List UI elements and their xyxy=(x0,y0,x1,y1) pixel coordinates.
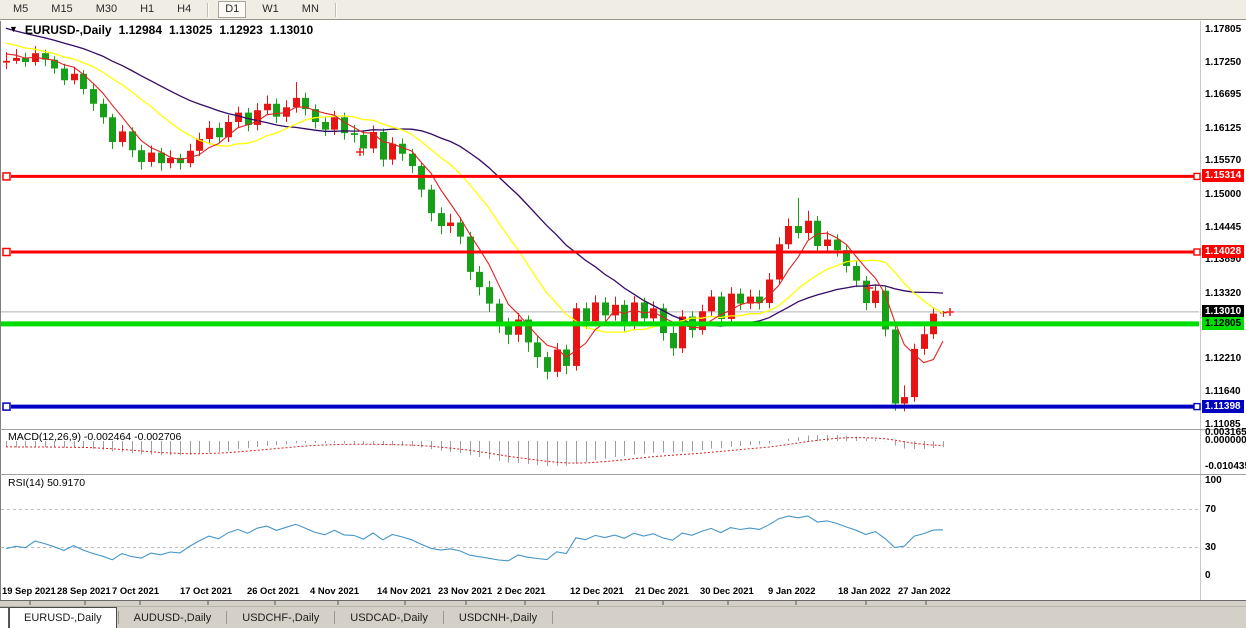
price-axis-label: 1.11640 xyxy=(1205,386,1241,397)
symbol-tab-eurusd[interactable]: EURUSD-,Daily xyxy=(9,607,117,628)
date-axis-label: 12 Dec 2021 xyxy=(570,585,624,596)
symbol-tab-audusd[interactable]: AUDUSD-,Daily xyxy=(120,607,226,628)
price-axis-label: 1.17250 xyxy=(1205,57,1241,68)
price-axis-label: 1.15000 xyxy=(1205,189,1241,200)
rsi-panel[interactable] xyxy=(1,510,1199,561)
price-chart-canvas[interactable] xyxy=(0,0,1246,628)
candles-series xyxy=(3,46,947,411)
symbol-tab-usdcad[interactable]: USDCAD-,Daily xyxy=(336,607,442,628)
date-axis-label: 27 Jan 2022 xyxy=(898,585,951,596)
tab-separator xyxy=(552,611,553,624)
rsi-axis-label: 30 xyxy=(1205,542,1216,553)
chart-title: ▼ EURUSD-,Daily 1.12984 1.13025 1.12923 … xyxy=(9,23,313,37)
price-axis-label: 1.17805 xyxy=(1205,24,1241,35)
symbol-tab-usdcnh[interactable]: USDCNH-,Daily xyxy=(445,607,551,628)
line-handle[interactable] xyxy=(3,173,10,180)
ohlc-low: 1.12923 xyxy=(219,23,262,37)
macd-axis-label: 0.000000 xyxy=(1205,435,1246,446)
price-axis-label: 1.13320 xyxy=(1205,288,1241,299)
timeframe-button-m5[interactable]: M5 xyxy=(6,1,35,18)
moving-average-line xyxy=(6,43,943,332)
chart-symbol-period: EURUSD-,Daily xyxy=(25,23,112,37)
symbol-tab-usdchf[interactable]: USDCHF-,Daily xyxy=(228,607,333,628)
timeframe-button-h1[interactable]: H1 xyxy=(133,1,161,18)
timeframe-button-w1[interactable]: W1 xyxy=(255,1,286,18)
toolbar-separator xyxy=(335,3,337,17)
tab-separator xyxy=(443,611,444,624)
tab-separator xyxy=(118,611,119,624)
rsi-axis-label: 70 xyxy=(1205,504,1216,515)
timeframe-button-d1[interactable]: D1 xyxy=(218,1,246,18)
date-axis-label: 30 Dec 2021 xyxy=(700,585,754,596)
line-handle-right[interactable] xyxy=(1194,173,1200,179)
toolbar-separator xyxy=(207,3,209,17)
cross-marker xyxy=(946,308,954,316)
ohlc-open: 1.12984 xyxy=(119,23,162,37)
date-axis-label: 7 Oct 2021 xyxy=(112,585,159,596)
date-axis-label: 26 Oct 2021 xyxy=(247,585,299,596)
date-axis-label: 4 Nov 2021 xyxy=(310,585,359,596)
symbol-tabbar: EURUSD-,DailyAUDUSD-,DailyUSDCHF-,DailyU… xyxy=(0,606,1246,628)
price-level-badge: 1.14028 xyxy=(1202,245,1244,258)
date-axis-label: 2 Dec 2021 xyxy=(497,585,545,596)
tab-scroll-stub[interactable] xyxy=(0,607,9,628)
price-level-badge: 1.12805 xyxy=(1202,317,1244,330)
tab-separator xyxy=(334,611,335,624)
cross-marker xyxy=(356,148,364,156)
price-level-badge: 1.11398 xyxy=(1202,400,1244,413)
timeframe-toolbar: M5 M15 M30 H1 H4 D1 W1 MN xyxy=(0,0,1246,20)
line-handle[interactable] xyxy=(3,403,10,410)
rsi-axis-label: 100 xyxy=(1205,475,1222,486)
timeframe-button-m30[interactable]: M30 xyxy=(89,1,124,18)
timeframe-button-m15[interactable]: M15 xyxy=(44,1,79,18)
date-axis-label: 18 Jan 2022 xyxy=(838,585,891,596)
date-axis-label: 23 Nov 2021 xyxy=(438,585,492,596)
date-axis-label: 17 Oct 2021 xyxy=(180,585,232,596)
timeframe-button-mn[interactable]: MN xyxy=(295,1,326,18)
timeframe-button-h4[interactable]: H4 xyxy=(170,1,198,18)
line-handle[interactable] xyxy=(3,249,10,256)
price-level-badge: 1.13010 xyxy=(1202,305,1244,318)
date-axis-label: 21 Dec 2021 xyxy=(635,585,689,596)
macd-axis-label: -0.010435 xyxy=(1205,461,1246,472)
ohlc-close: 1.13010 xyxy=(270,23,313,37)
rsi-axis-label: 0 xyxy=(1205,570,1211,581)
line-handle-right[interactable] xyxy=(1194,404,1200,410)
date-axis-label: 9 Jan 2022 xyxy=(768,585,815,596)
date-axis-label: 19 Sep 2021 xyxy=(2,585,56,596)
price-level-badge: 1.15314 xyxy=(1202,169,1244,182)
rsi-line xyxy=(6,516,943,561)
rsi-indicator-label: RSI(14) 50.9170 xyxy=(8,477,85,489)
moving-average-line xyxy=(6,54,943,363)
line-handle-right[interactable] xyxy=(1194,249,1200,255)
date-axis-label: 14 Nov 2021 xyxy=(377,585,431,596)
price-axis-label: 1.12210 xyxy=(1205,353,1241,364)
price-axis-label: 1.15570 xyxy=(1205,155,1241,166)
object-dropdown-icon[interactable]: ▼ xyxy=(9,24,18,34)
date-axis-label: 28 Sep 2021 xyxy=(57,585,111,596)
price-axis-label: 1.14445 xyxy=(1205,222,1241,233)
macd-indicator-label: MACD(12,26,9) -0.002464 -0.002706 xyxy=(8,431,181,443)
price-axis-label: 1.16125 xyxy=(1205,123,1241,134)
ohlc-high: 1.13025 xyxy=(169,23,212,37)
tab-separator xyxy=(226,611,227,624)
main-price-panel[interactable] xyxy=(0,28,1200,411)
price-axis-label: 1.16695 xyxy=(1205,89,1241,100)
